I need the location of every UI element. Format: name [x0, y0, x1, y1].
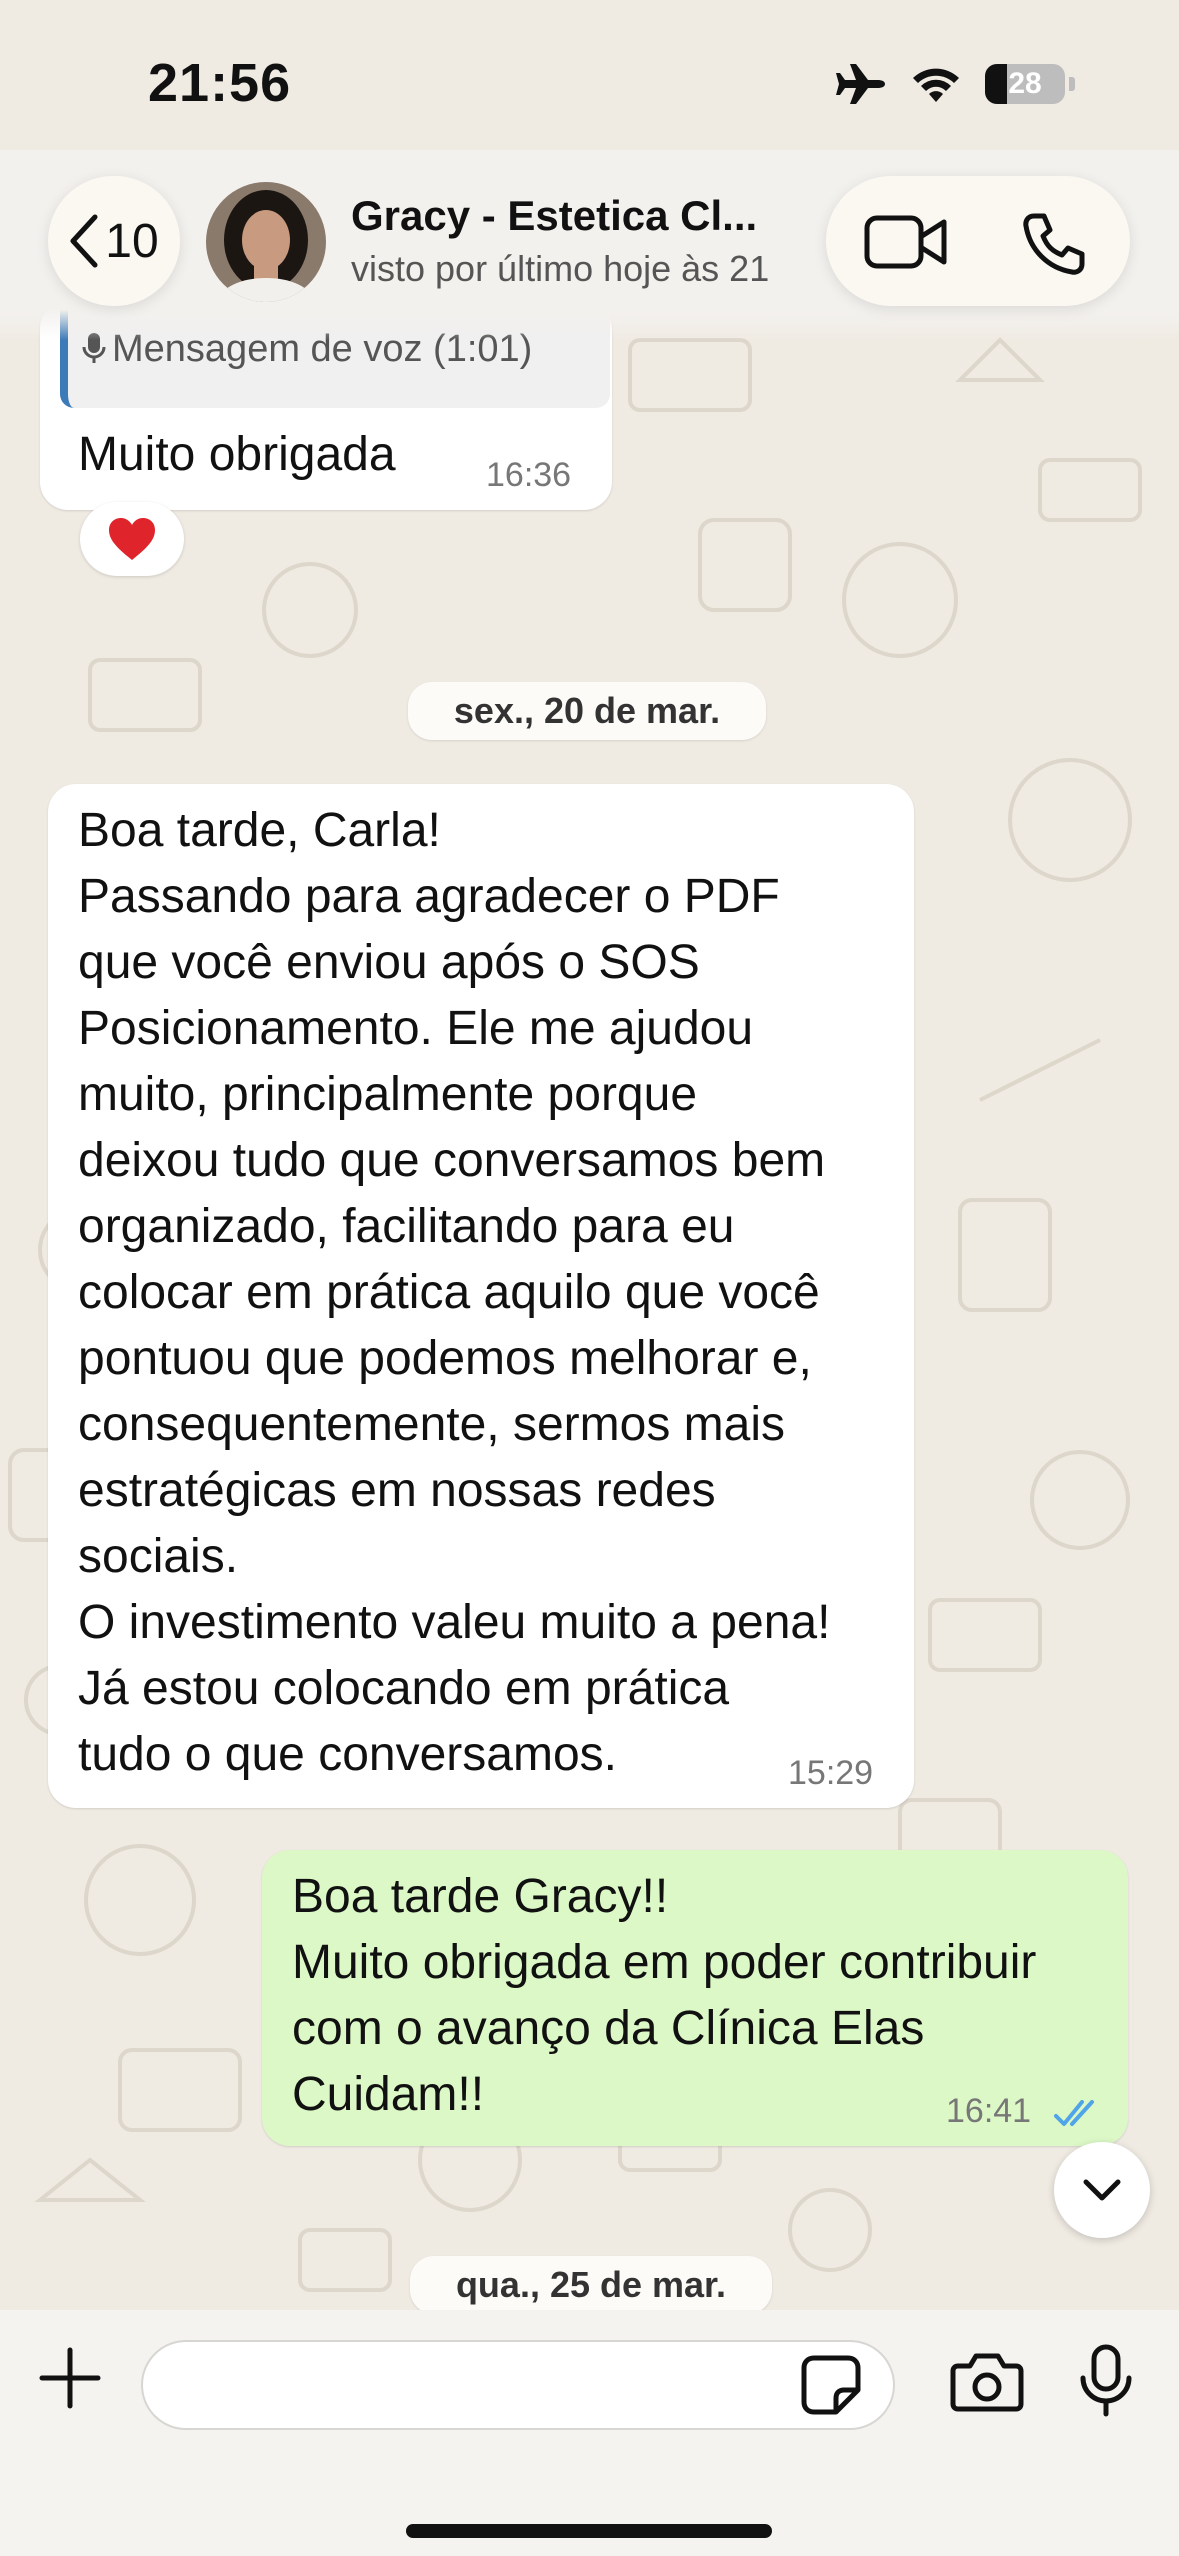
message-text: Boa tarde, Carla! Passando para agradece…: [78, 804, 831, 1781]
airplane-icon: [836, 64, 885, 104]
chevron-down-icon: [1083, 2179, 1121, 2201]
battery-icon: 28: [985, 64, 1065, 104]
back-chevron-icon: [70, 214, 98, 268]
message-text: Muito obrigada: [78, 428, 396, 481]
date-separator: qua., 25 de mar.: [410, 2256, 772, 2314]
plus-icon[interactable]: [36, 2344, 104, 2412]
status-bar: 21:56 28: [0, 0, 1179, 170]
heart-icon: [109, 518, 155, 560]
message-input[interactable]: [141, 2340, 895, 2430]
call-actions-overlay: [826, 176, 1130, 306]
phone-icon[interactable]: [1022, 212, 1086, 276]
message-time: 16:41: [946, 2092, 1032, 2130]
unread-count: 10: [105, 214, 159, 268]
status-time: 21:56: [148, 53, 292, 113]
date-separator: sex., 20 de mar.: [408, 682, 766, 740]
back-button-overlay[interactable]: 10: [48, 176, 180, 306]
mic-icon[interactable]: [1078, 2344, 1134, 2418]
sticker-icon[interactable]: [800, 2354, 862, 2416]
message-reaction[interactable]: [80, 502, 184, 576]
message-time: 15:29: [788, 1754, 874, 1792]
status-icons: 28: [835, 62, 1075, 106]
contact-name-overlay[interactable]: Gracy - Estetica Cl...: [351, 192, 757, 240]
message-time: 16:36: [486, 456, 572, 494]
video-call-icon[interactable]: [864, 214, 948, 270]
contact-last-seen-overlay: visto por último hoje às 21: [351, 248, 770, 289]
read-ticks-icon: [1054, 2100, 1094, 2126]
battery-tip: [1069, 77, 1075, 91]
scroll-to-bottom-button[interactable]: [1054, 2142, 1150, 2238]
avatar-overlay[interactable]: [206, 182, 326, 302]
message-text: Boa tarde Gracy!! Muito obrigada em pode…: [292, 1870, 1037, 2121]
wifi-icon: [913, 68, 959, 102]
home-indicator: [406, 2524, 772, 2538]
avatar-photo: [206, 182, 326, 302]
camera-icon[interactable]: [950, 2350, 1024, 2412]
